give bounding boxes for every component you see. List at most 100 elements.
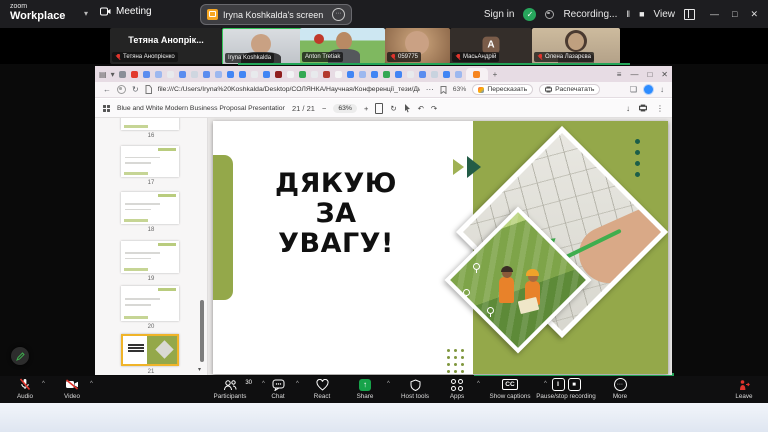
browser-tab[interactable] <box>323 71 330 78</box>
browser-tab[interactable] <box>431 71 438 78</box>
download-icon[interactable]: ↓ <box>626 104 630 113</box>
pill-more-icon[interactable]: ⋯ <box>332 8 345 21</box>
select-tool-icon[interactable] <box>404 104 411 113</box>
refresh-button[interactable]: ↻ <box>132 85 139 94</box>
chat-button[interactable]: Chat <box>258 378 298 401</box>
browser-tab[interactable] <box>395 71 402 78</box>
view-layout-icon[interactable] <box>684 9 695 20</box>
pause-recording-icon[interactable]: ‖ <box>626 9 630 19</box>
browser-tab[interactable] <box>155 71 162 78</box>
page-thumbnail[interactable] <box>121 146 179 177</box>
page-thumbnail[interactable] <box>121 118 179 130</box>
browser-tab[interactable] <box>179 71 186 78</box>
share-button[interactable]: ↑ Share <box>345 378 385 401</box>
tab-meeting[interactable]: Meeting <box>100 6 152 17</box>
browser-tab[interactable] <box>455 71 462 78</box>
browser-tab[interactable] <box>143 71 150 78</box>
browser-tab[interactable] <box>119 71 126 78</box>
browser-tab[interactable] <box>239 71 246 78</box>
annotate-button[interactable] <box>11 347 29 365</box>
participant-tile-anton[interactable]: Anton Tretiak <box>300 28 385 64</box>
browser-tab[interactable] <box>311 71 318 78</box>
browser-tab[interactable] <box>383 71 390 78</box>
browser-tab[interactable] <box>407 71 414 78</box>
browser-close-button[interactable]: ✕ <box>661 70 668 79</box>
participant-tile-tetiana[interactable]: Тетяна Анопрік... Тетяна Анопрієнко <box>110 28 222 64</box>
new-tab-button[interactable]: + <box>493 70 498 79</box>
audio-button[interactable]: Audio <box>5 378 45 401</box>
downloads-icon[interactable]: ↓ <box>660 85 664 94</box>
page-thumbnail[interactable] <box>121 334 179 366</box>
participant-tile-mas[interactable]: A МасьАндрій <box>450 28 532 64</box>
browser-minimize-button[interactable]: — <box>630 70 638 79</box>
browser-tab[interactable] <box>215 71 222 78</box>
browser-tab[interactable] <box>167 71 174 78</box>
tab-panel-icon[interactable]: ▤ <box>99 70 107 79</box>
chat-options-chevron[interactable]: ^ <box>296 381 299 387</box>
video-options-chevron[interactable]: ^ <box>90 381 93 387</box>
active-browser-tab[interactable] <box>466 68 488 80</box>
page-thumbnail[interactable] <box>121 286 179 321</box>
shared-screen-pill[interactable]: Iryna Koshkalda's screen ⋯ <box>200 4 352 25</box>
address-bar[interactable]: file:///C:/Users/Iryna%20Koshkalda/Deskt… <box>158 86 420 93</box>
browser-tab[interactable] <box>191 71 198 78</box>
back-button[interactable]: ← <box>103 85 111 94</box>
maximize-button[interactable]: □ <box>732 9 737 20</box>
close-button[interactable]: ✕ <box>750 9 758 20</box>
minimize-button[interactable]: — <box>710 9 719 20</box>
fit-page-icon[interactable] <box>375 103 383 114</box>
browser-tab[interactable] <box>263 71 270 78</box>
participant-tile-059775[interactable]: 059775 <box>385 28 450 64</box>
more-button[interactable]: ⋯ More <box>602 378 638 401</box>
sidebar-scrollbar[interactable] <box>200 300 204 362</box>
print-page-button[interactable]: Распечатать <box>539 84 600 95</box>
browser-maximize-button[interactable]: □ <box>647 70 652 79</box>
browser-tab[interactable] <box>287 71 294 78</box>
browser-tab[interactable] <box>419 71 426 78</box>
zoom-in-button[interactable]: + <box>364 104 368 113</box>
leave-button[interactable]: Leave <box>726 378 762 401</box>
zoom-out-button[interactable]: − <box>322 104 326 113</box>
rotate-icon[interactable]: ↻ <box>390 104 396 113</box>
browser-tab[interactable] <box>275 71 282 78</box>
participant-tile-olena[interactable]: Олена Лазарєва <box>532 28 620 64</box>
browser-tab[interactable] <box>359 71 366 78</box>
react-button[interactable]: React <box>304 378 340 401</box>
browser-tab[interactable] <box>335 71 342 78</box>
retell-button[interactable]: Пересказать <box>472 84 533 95</box>
page-thumbnail[interactable] <box>121 241 179 273</box>
workspace-dropdown-icon[interactable]: ▾ <box>84 9 88 18</box>
browser-tab[interactable] <box>131 71 138 78</box>
browser-tab[interactable] <box>299 71 306 78</box>
bookmark-icon[interactable] <box>440 86 447 94</box>
url-more-icon[interactable]: ⋯ <box>426 85 434 94</box>
tab-list-chevron-icon[interactable]: ▾ <box>111 70 115 79</box>
audio-options-chevron[interactable]: ^ <box>42 381 45 387</box>
collections-icon[interactable]: ❏ <box>630 85 637 94</box>
browser-tab[interactable] <box>347 71 354 78</box>
pdf-more-icon[interactable]: ⋮ <box>656 104 664 113</box>
participant-tile-iryna[interactable]: Iryna Koshkalda <box>222 28 302 66</box>
stop-recording-icon[interactable]: ■ <box>639 9 644 19</box>
security-shield-icon[interactable]: ✓ <box>523 8 536 21</box>
print-icon[interactable] <box>639 104 647 112</box>
video-button[interactable]: Video <box>50 378 94 401</box>
browser-tab[interactable] <box>443 71 450 78</box>
page-zoom-badge[interactable]: 63% <box>453 86 467 93</box>
browser-tab[interactable] <box>227 71 234 78</box>
share-options-chevron[interactable]: ^ <box>387 381 390 387</box>
protect-icon[interactable] <box>117 85 126 94</box>
pdf-zoom-level[interactable]: 63% <box>333 104 357 113</box>
page-thumbnail[interactable] <box>121 192 179 224</box>
profile-avatar[interactable] <box>643 84 654 95</box>
host-tools-button[interactable]: Host tools <box>391 378 439 401</box>
sign-in-link[interactable]: Sign in <box>484 9 515 20</box>
participants-button[interactable]: Participants 30 <box>202 378 258 401</box>
browser-tab[interactable] <box>203 71 210 78</box>
browser-tab[interactable] <box>251 71 258 78</box>
apps-button[interactable]: Apps <box>439 378 475 401</box>
browser-menu-icon[interactable]: ≡ <box>617 70 622 79</box>
pause-stop-recording-button[interactable]: ‖■ Pause/stop recording <box>522 378 610 401</box>
sidebar-scroll-down-icon[interactable]: ▾ <box>198 366 201 373</box>
view-button[interactable]: View <box>654 9 676 20</box>
